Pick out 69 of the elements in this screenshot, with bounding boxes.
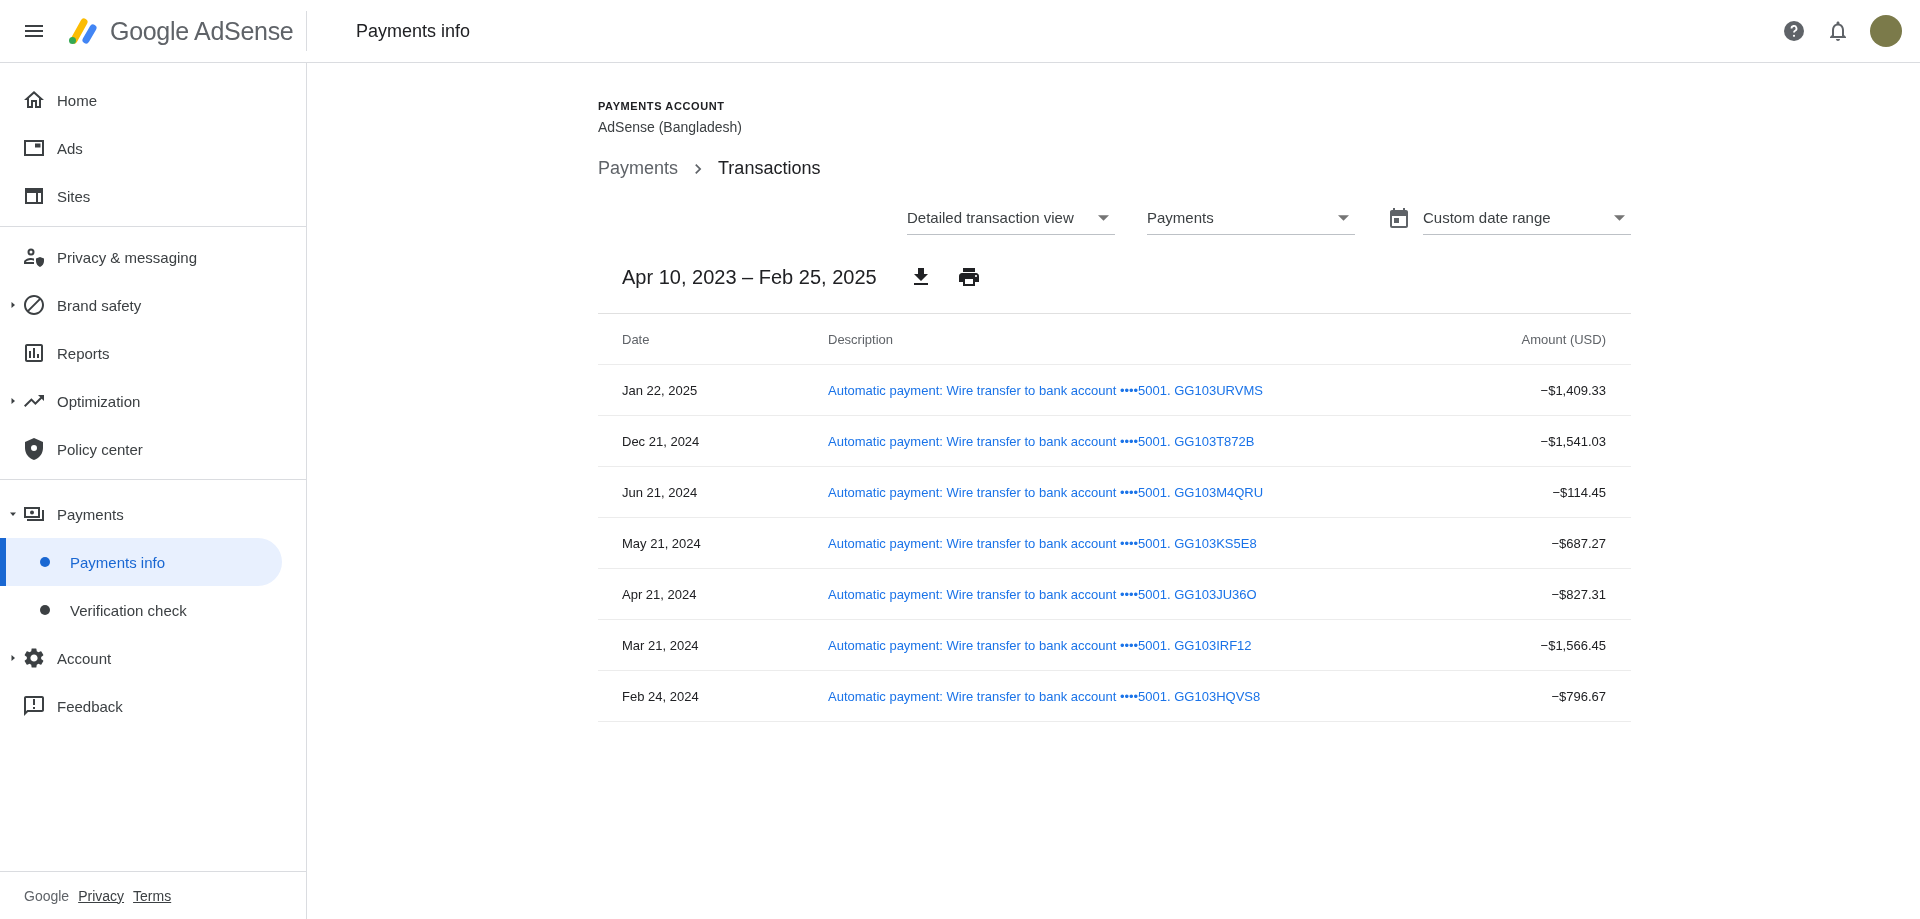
account-label: PAYMENTS ACCOUNT — [598, 100, 726, 112]
shield-search-icon — [22, 437, 46, 461]
amount-cell: −$1,409.33 — [1540, 382, 1606, 398]
date-cell-text: Apr 21, 2024 — [622, 586, 698, 602]
sidebar-subitem[interactable]: Payments info — [0, 538, 282, 586]
amount-cell: −$827.31 — [1551, 586, 1606, 602]
footer-link[interactable]: Terms — [133, 887, 172, 904]
caret-icon[interactable] — [9, 510, 17, 518]
dropdown-arrow-icon — [1098, 214, 1109, 221]
dropdown-arrow-icon — [1338, 214, 1349, 221]
caret-icon[interactable] — [9, 654, 17, 662]
date-cell-text: Feb 24, 2024 — [622, 688, 700, 704]
logo-text: Google AdSense — [110, 16, 294, 46]
avatar[interactable] — [1870, 15, 1902, 47]
dropdown-arrow-icon — [1614, 214, 1625, 221]
transaction-link[interactable]: Automatic payment: Wire transfer to bank account ••••5001. GG103KS5E8 — [828, 535, 1257, 551]
transaction-link[interactable]: Automatic payment: Wire transfer to bank account ••••5001. GG103IRF12 — [828, 637, 1252, 653]
dot-icon — [40, 557, 50, 567]
sidebar-item[interactable]: Account — [0, 634, 282, 682]
brand-text: Google — [24, 887, 70, 904]
breadcrumb[interactable]: Payments — [598, 158, 679, 179]
logo-icon — [66, 16, 100, 46]
transaction-link[interactable]: Automatic payment: Wire transfer to bank account ••••5001. GG103URVMS — [828, 382, 1263, 398]
amount-cell: −$796.67 — [1551, 688, 1606, 704]
dot-icon — [40, 605, 50, 615]
dropdown[interactable]: Payments — [1147, 201, 1355, 235]
amount-cell: −$687.27 — [1551, 535, 1606, 551]
transaction-link[interactable]: Automatic payment: Wire transfer to bank account ••••5001. GG103T872B — [828, 433, 1255, 449]
account-name: AdSense (Bangladesh) — [598, 119, 743, 135]
date-cell-text: Dec 21, 2024 — [622, 433, 701, 449]
sidebar-item[interactable]: Optimization — [0, 377, 282, 425]
column-header: Date — [622, 331, 651, 347]
transaction-link[interactable]: Automatic payment: Wire transfer to bank account ••••5001. GG103JU36O — [828, 586, 1257, 602]
transaction-link[interactable]: Automatic payment: Wire transfer to bank account ••••5001. GG103M4QRU — [828, 484, 1264, 500]
footer-link[interactable]: Privacy — [78, 887, 125, 904]
date-cell-text: Jun 21, 2024 — [622, 484, 699, 500]
sidebar-item[interactable]: Brand safety — [0, 281, 282, 329]
date-cell-text: Jan 22, 2025 — [622, 382, 699, 398]
sidebar-item[interactable]: Home — [0, 76, 282, 124]
sidebar-item[interactable]: Payments — [0, 490, 282, 538]
help-icon[interactable] — [1782, 19, 1806, 43]
transaction-link[interactable]: Automatic payment: Wire transfer to bank account ••••5001. GG103HQVS8 — [828, 688, 1261, 704]
date-cell-text: Mar 21, 2024 — [622, 637, 700, 653]
feedback-icon — [22, 694, 46, 718]
bar-chart-icon — [22, 341, 46, 365]
block-icon — [22, 293, 46, 317]
sidebar-item[interactable]: Policy center — [0, 425, 282, 473]
dropdown[interactable]: Detailed transaction view — [907, 201, 1115, 235]
sidebar-item[interactable]: Privacy & messaging — [0, 233, 282, 281]
dropdown[interactable]: Custom date range — [1423, 201, 1631, 235]
print-icon[interactable] — [956, 265, 981, 289]
caret-icon[interactable] — [9, 301, 17, 309]
amount-cell: −$1,541.03 — [1540, 433, 1606, 449]
page-title: Payments info — [356, 20, 471, 42]
sidebar-item[interactable]: Ads — [0, 124, 282, 172]
sidebar-item[interactable]: Reports — [0, 329, 282, 377]
column-header: Amount (USD) — [1521, 331, 1606, 347]
caret-icon[interactable] — [9, 397, 17, 405]
date-cell-text: May 21, 2024 — [622, 535, 702, 551]
amount-cell: −$1,566.45 — [1540, 637, 1606, 653]
settings-icon — [22, 646, 46, 670]
sidebar-item[interactable]: Sites — [0, 172, 282, 220]
breadcrumb[interactable]: Transactions — [718, 158, 821, 179]
calendar-icon — [1387, 206, 1411, 230]
amount-cell: −$114.45 — [1552, 484, 1606, 500]
sidebar-item[interactable]: Feedback — [0, 682, 282, 730]
date-range-heading: Apr 10, 2023 – Feb 25, 2025 — [622, 265, 877, 289]
column-header: Description — [828, 331, 895, 347]
sidebar-subitem[interactable]: Verification check — [0, 586, 282, 634]
